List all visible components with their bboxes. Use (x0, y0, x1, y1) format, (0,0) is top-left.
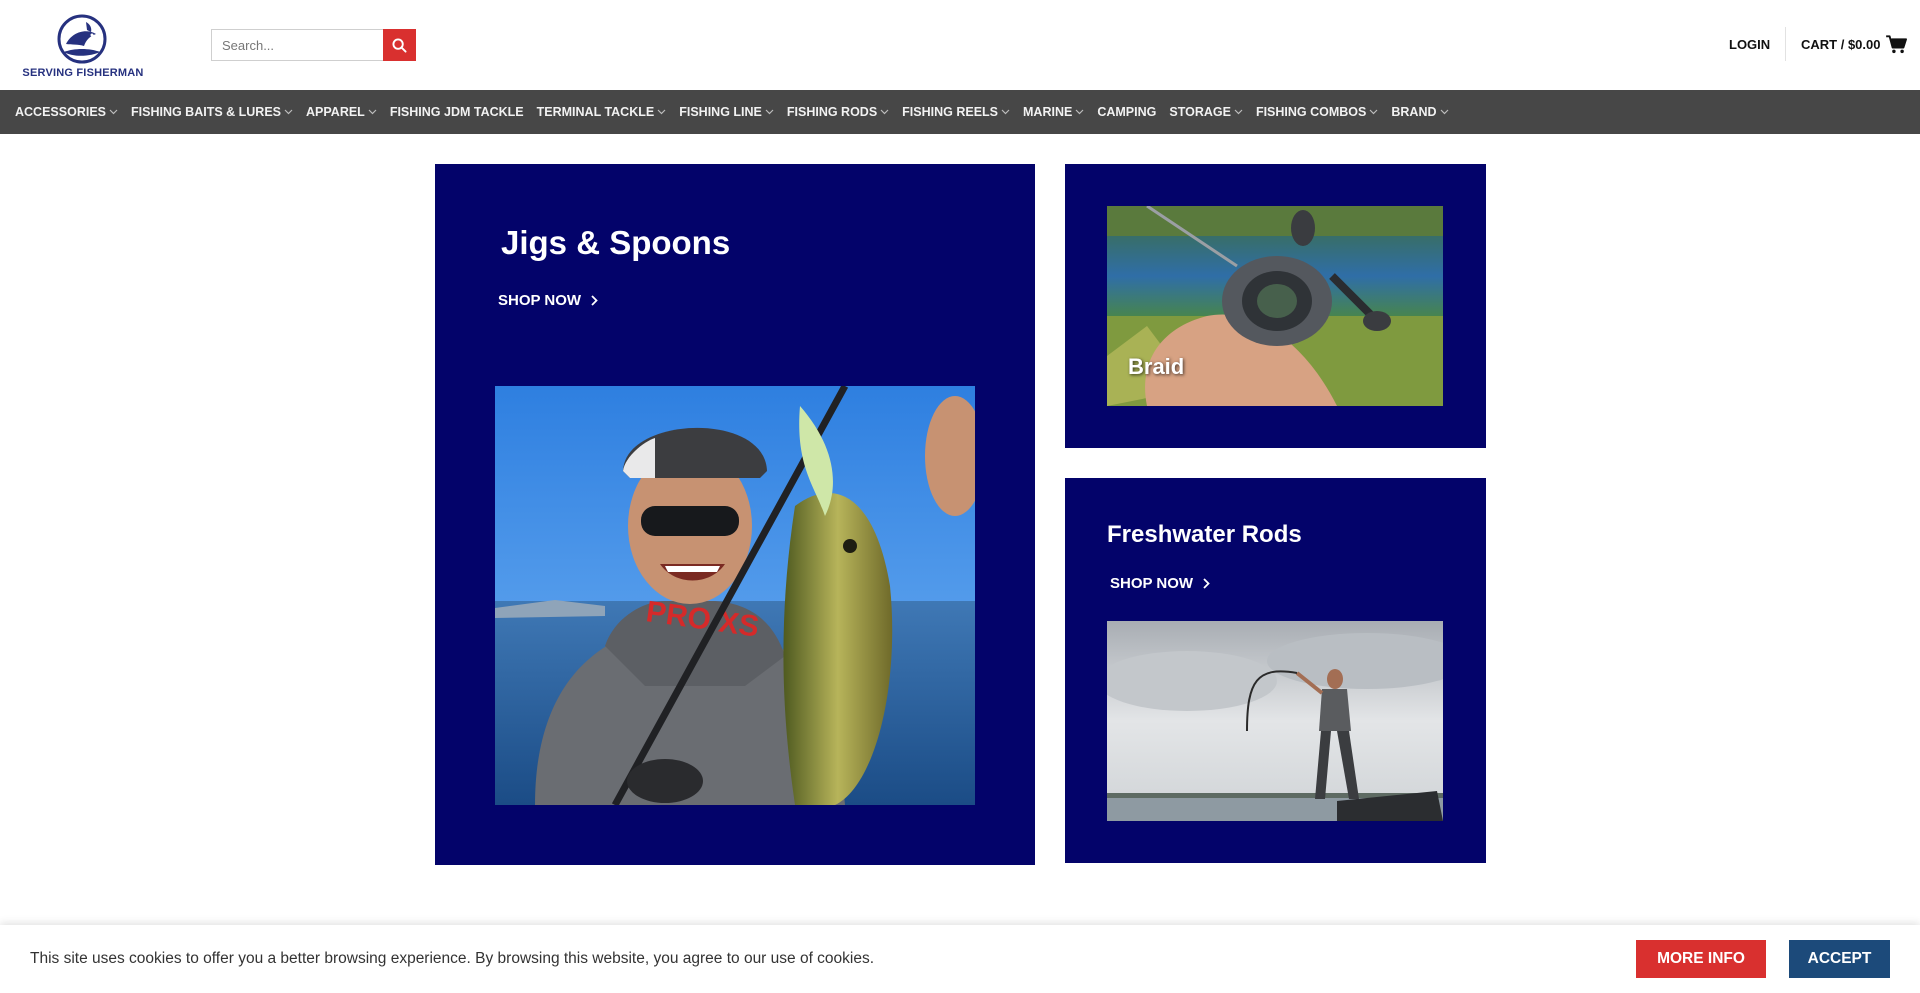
chevron-down-icon (880, 109, 889, 115)
chevron-down-icon (1234, 109, 1243, 115)
nav-item-apparel[interactable]: APPAREL (306, 105, 377, 119)
cookie-message: This site uses cookies to offer you a be… (30, 950, 875, 967)
chevron-down-icon (368, 109, 377, 115)
promo-card-freshwater-rods[interactable]: Freshwater Rods SHOP NOW (1065, 478, 1486, 863)
nav-item-marine[interactable]: MARINE (1023, 105, 1084, 119)
site-logo[interactable]: SERVING FISHERMAN (22, 12, 144, 82)
search-form (211, 29, 416, 61)
nav-item-storage[interactable]: STORAGE (1169, 105, 1243, 119)
main-navigation: ACCESSORIES FISHING BAITS & LURES APPAREL F… (0, 90, 1920, 134)
nav-item-fishing-jdm-tackle[interactable]: FISHING JDM TACKLE (390, 105, 524, 119)
nav-item-label: ACCESSORIES (15, 105, 106, 119)
angler-fighting-fish-photo (1107, 621, 1443, 821)
nav-item-label: FISHING REELS (902, 105, 999, 119)
header-divider (1785, 27, 1786, 61)
nav-item-label: APPAREL (306, 105, 365, 119)
search-input[interactable] (211, 29, 383, 61)
nav-item-fishing-reels[interactable]: FISHING REELS (902, 105, 1010, 119)
search-icon (392, 37, 407, 53)
chevron-down-icon (1001, 109, 1010, 115)
promo-title-braid: Braid (1128, 354, 1185, 379)
fish-logo-icon (57, 14, 107, 64)
shop-now-label: SHOP NOW (498, 292, 582, 309)
nav-item-label: FISHING LINE (679, 105, 762, 119)
nav-item-label: FISHING RODS (786, 105, 878, 119)
chevron-down-icon (1075, 109, 1084, 115)
nav-item-terminal-tackle[interactable]: TERMINAL TACKLE (537, 105, 667, 119)
chevron-down-icon (1440, 109, 1448, 115)
chevron-down-icon (657, 109, 666, 115)
promo-card-braid[interactable]: Braid (1065, 164, 1486, 448)
nav-item-fishing-baits-and-lures[interactable]: FISHING BAITS & LURES (131, 105, 293, 119)
nav-item-label: FISHING JDM TACKLE (389, 105, 524, 119)
shopping-cart-icon (1886, 34, 1908, 53)
search-button[interactable] (383, 29, 416, 61)
nav-item-accessories[interactable]: ACCESSORIES (15, 105, 118, 119)
chevron-right-icon (591, 295, 598, 306)
nav-item-label: CAMPING (1097, 105, 1157, 119)
nav-item-fishing-rods[interactable]: FISHING RODS (787, 105, 889, 119)
nav-item-label: FISHING BAITS & LURES (131, 105, 282, 119)
cart-link[interactable]: CART / $0.00 (1801, 33, 1908, 55)
chevron-down-icon (284, 109, 293, 115)
cookie-notice-bar: This site uses cookies to offer you a be… (0, 925, 1920, 993)
nav-item-fishing-line[interactable]: FISHING LINE (679, 105, 774, 119)
chevron-down-icon (109, 109, 118, 115)
promo-card-jigs-spoons[interactable]: Jigs & Spoons SHOP NOW PRO XS (435, 164, 1035, 865)
chevron-down-icon (765, 109, 774, 115)
site-header: SERVING FISHERMAN LOGIN CART / $0.00 (0, 0, 1920, 90)
nav-item-label: STORAGE (1169, 105, 1231, 119)
nav-item-label: FISHING COMBOS (1255, 105, 1367, 119)
cart-label: CART / $0.00 (1801, 36, 1881, 52)
promo-title-freshwater-rods: Freshwater Rods (1107, 521, 1302, 548)
nav-item-label: TERMINAL TACKLE (536, 105, 655, 119)
nav-item-label: BRAND (1391, 105, 1437, 119)
angler-with-bass-photo: PRO XS (495, 386, 975, 805)
logo-text: SERVING FISHERMAN (22, 67, 144, 79)
shop-now-jigs-button[interactable]: SHOP NOW (498, 292, 598, 309)
nav-item-label: MARINE (1023, 105, 1073, 119)
login-link[interactable]: LOGIN (1729, 37, 1770, 52)
accept-cookies-button[interactable]: ACCEPT (1789, 940, 1890, 978)
promo-title-jigs-spoons: Jigs & Spoons (501, 224, 731, 261)
shop-now-label: SHOP NOW (1110, 575, 1194, 592)
nav-item-fishing-combos[interactable]: FISHING COMBOS (1256, 105, 1378, 119)
shop-now-rods-button[interactable]: SHOP NOW (1110, 575, 1210, 592)
chevron-down-icon (1369, 109, 1378, 115)
nav-item-camping[interactable]: CAMPING (1097, 105, 1156, 119)
chevron-right-icon (1203, 578, 1210, 589)
more-info-button[interactable]: MORE INFO (1636, 940, 1766, 978)
nav-item-brand[interactable]: BRAND (1391, 105, 1448, 119)
